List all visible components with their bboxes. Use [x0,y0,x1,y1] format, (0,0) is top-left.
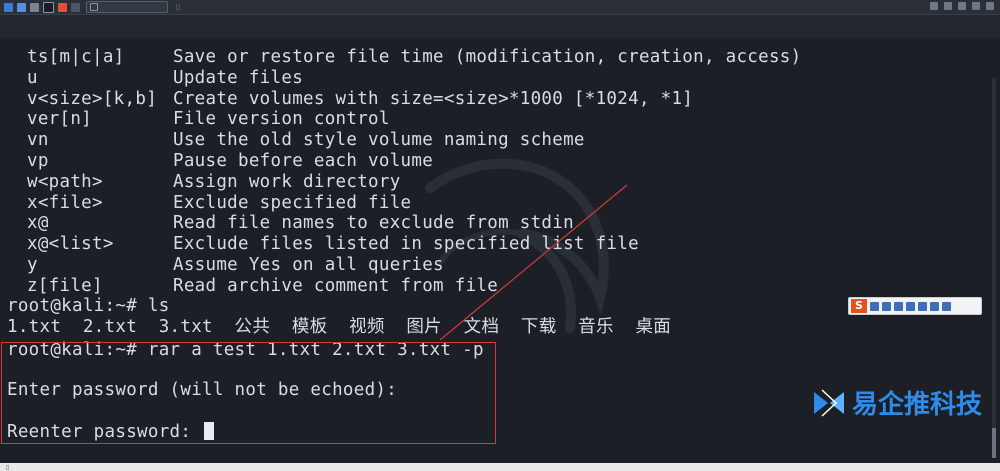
battery-icon[interactable] [958,2,966,10]
app-icon[interactable] [58,2,67,12]
active-window-tab[interactable] [86,1,168,13]
scrollbar-thumb[interactable] [992,428,996,458]
lock-icon[interactable] [972,2,980,10]
ime-keyboard-icon[interactable] [906,301,915,311]
ime-skin-icon[interactable] [918,301,927,311]
bottom-status-strip: ▯ [0,463,1000,471]
network-icon[interactable] [930,2,938,10]
ime-voice-icon[interactable] [894,301,903,311]
terminal-icon[interactable] [43,1,54,13]
workspace-2-icon[interactable] [30,2,39,12]
brand-watermark-text: 易企推科技 [852,390,983,420]
power-icon[interactable] [986,2,994,10]
ime-punct-icon[interactable] [882,301,891,311]
workspace-1-icon[interactable] [17,2,26,12]
brand-watermark: 易企推科技 [812,384,982,421]
bottom-strip-icon: ▯ [6,463,10,471]
tray-area [930,2,994,10]
brand-logo-icon [814,388,844,417]
volume-icon[interactable] [944,2,952,10]
ime-menu-icon[interactable] [942,301,951,311]
kali-menu-icon[interactable] [4,2,13,12]
window-icon [90,3,98,11]
system-taskbar: ▯ [0,0,1000,15]
ime-toolbar[interactable]: S [848,297,982,315]
second-window-tab[interactable]: ▯ [176,3,180,11]
terminal-menubar [0,15,1000,38]
sogou-logo-icon[interactable]: S [851,299,867,313]
terminal-scrollbar[interactable] [992,78,996,458]
files-icon[interactable] [71,2,80,12]
ime-mode-icon[interactable] [870,301,879,311]
ime-tools-icon[interactable] [930,301,939,311]
